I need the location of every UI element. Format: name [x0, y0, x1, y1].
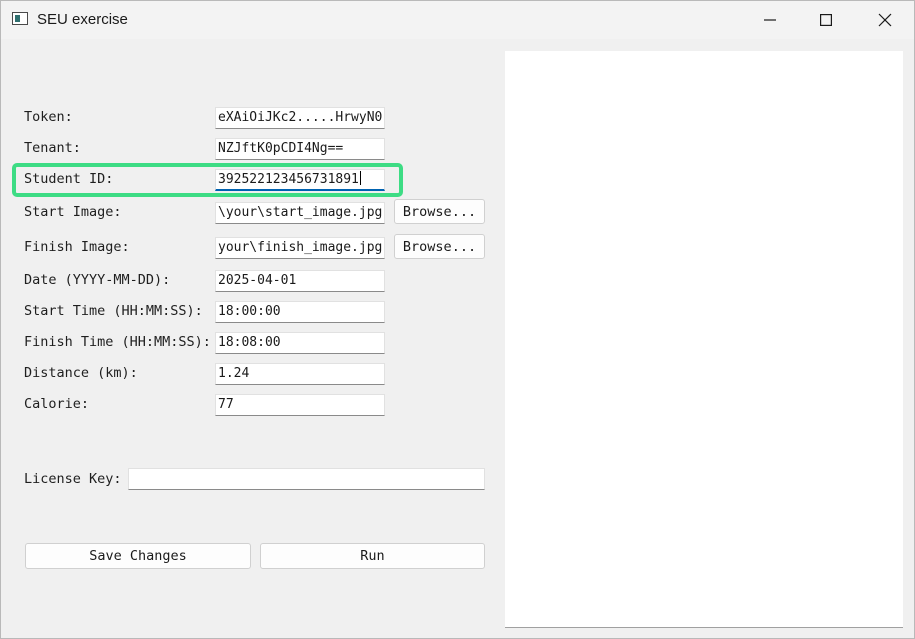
start-time-label: Start Time (HH:MM:SS): [24, 303, 203, 319]
tenant-label: Tenant: [24, 140, 81, 156]
close-icon [878, 13, 892, 27]
maximize-icon [820, 14, 832, 26]
finish-image-browse-button[interactable]: Browse... [394, 234, 485, 259]
start-image-field[interactable]: \your\start_image.jpg [215, 202, 385, 224]
license-key-field[interactable] [128, 468, 485, 490]
student-id-highlight [12, 163, 403, 197]
calorie-label: Calorie: [24, 396, 90, 412]
date-field[interactable]: 2025-04-01 [215, 270, 385, 292]
minimize-button[interactable] [741, 1, 799, 39]
date-label: Date (YYYY-MM-DD): [24, 272, 171, 288]
finish-image-label: Finish Image: [24, 239, 130, 255]
distance-label: Distance (km): [24, 365, 138, 381]
title-bar[interactable]: SEU exercise [1, 1, 914, 39]
license-key-label: License Key: [24, 471, 122, 487]
app-window-icon [12, 12, 28, 25]
token-label: Token: [24, 109, 73, 125]
calorie-field[interactable]: 77 [215, 394, 385, 416]
app-window: SEU exercise Token: eXAiOiJKc2.....HrwyN… [0, 0, 915, 639]
tenant-field[interactable]: NZJftK0pCDI4Ng== [215, 138, 385, 160]
finish-time-label: Finish Time (HH:MM:SS): [24, 334, 211, 350]
close-button[interactable] [856, 1, 914, 39]
window-title: SEU exercise [37, 11, 128, 28]
start-image-label: Start Image: [24, 204, 122, 220]
finish-time-field[interactable]: 18:08:00 [215, 332, 385, 354]
distance-field[interactable]: 1.24 [215, 363, 385, 385]
start-image-browse-button[interactable]: Browse... [394, 199, 485, 224]
token-field[interactable]: eXAiOiJKc2.....HrwyN0 [215, 107, 385, 129]
finish-image-field[interactable]: your\finish_image.jpg [215, 237, 385, 259]
maximize-button[interactable] [797, 1, 855, 39]
minimize-icon [764, 19, 776, 21]
run-button[interactable]: Run [260, 543, 485, 569]
start-time-field[interactable]: 18:00:00 [215, 301, 385, 323]
image-preview-panel [505, 51, 903, 628]
save-changes-button[interactable]: Save Changes [25, 543, 251, 569]
